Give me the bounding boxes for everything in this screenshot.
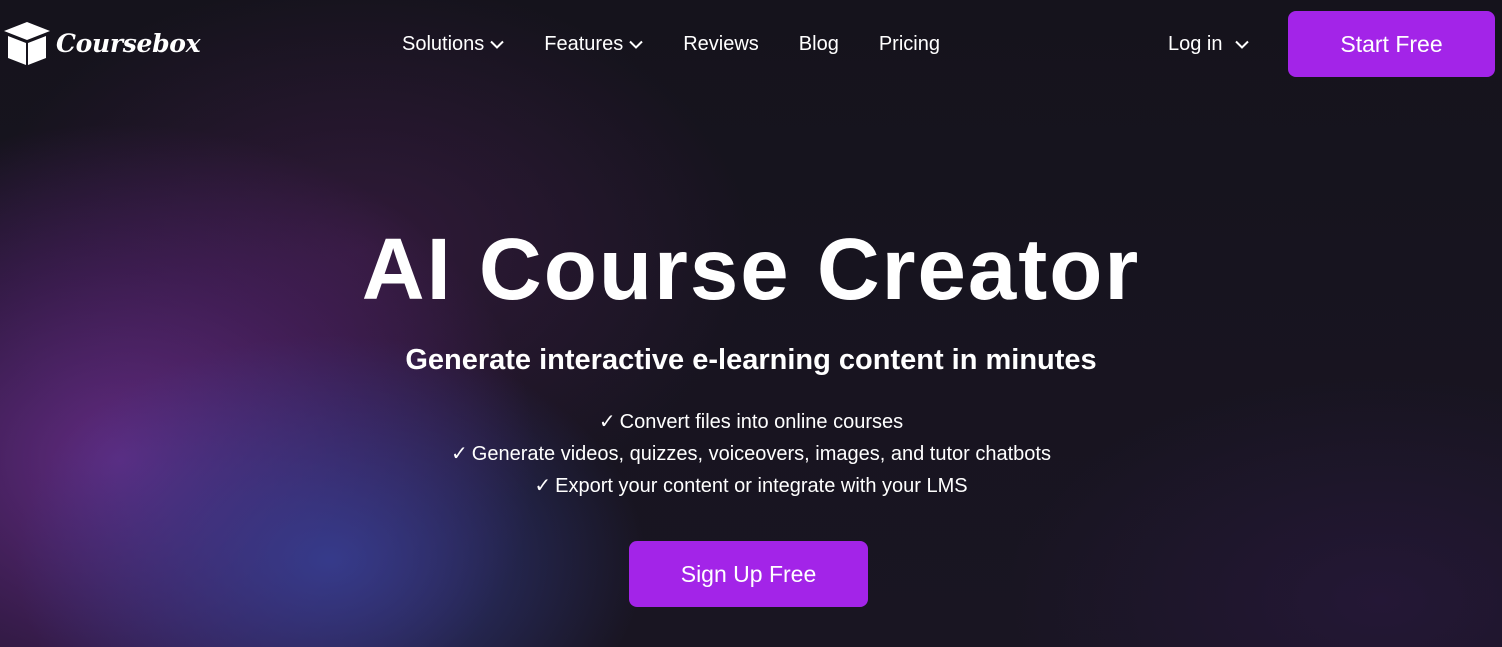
start-free-button[interactable]: Start Free [1288, 11, 1495, 77]
login-menu[interactable]: Log in [1168, 30, 1249, 58]
nav-item-label: Features [544, 32, 624, 55]
nav-item-features[interactable]: Features [544, 33, 643, 56]
nav-item-label: Blog [798, 32, 839, 55]
nav-item-reviews[interactable]: Reviews [683, 33, 759, 56]
nav-item-label: Pricing [878, 32, 940, 55]
feature-item: ✓ Export your content or integrate with y… [0, 470, 1502, 502]
hero-subtitle: Generate interactive e-learning content … [405, 344, 1097, 376]
main-nav: Solutions Features Reviews Blog Pricing [402, 30, 940, 58]
nav-item-pricing[interactable]: Pricing [879, 33, 940, 56]
feature-text: Generate videos, quizzes, voiceovers, im… [471, 443, 1051, 465]
top-navigation-bar: Coursebox Solutions Features Reviews Blo… [0, 0, 1502, 88]
nav-item-blog[interactable]: Blog [799, 33, 839, 56]
feature-list: ✓ Convert files into online courses ✓ Gene… [0, 406, 1502, 502]
sign-up-free-button[interactable]: Sign Up Free [629, 541, 868, 607]
feature-item: ✓ Generate videos, quizzes, voiceovers, i… [0, 438, 1502, 470]
brand-name: Coursebox [56, 28, 201, 58]
check-icon: ✓ [534, 475, 552, 497]
feature-text: Export your content or integrate with yo… [555, 475, 968, 497]
brand-logo-link[interactable]: Coursebox [2, 18, 201, 68]
feature-item: ✓ Convert files into online courses [0, 406, 1502, 438]
graduation-box-icon [4, 22, 50, 65]
hero-title: AI Course Creator [361, 221, 1141, 318]
check-icon: ✓ [598, 411, 616, 433]
chevron-down-icon [1234, 40, 1249, 49]
feature-text: Convert files into online courses [619, 411, 904, 433]
nav-item-label: Solutions [402, 32, 485, 55]
nav-item-label: Reviews [683, 32, 759, 55]
chevron-down-icon [629, 40, 643, 49]
chevron-down-icon [490, 40, 504, 49]
check-icon: ✓ [451, 443, 468, 465]
login-label: Log in [1168, 32, 1223, 55]
nav-item-solutions[interactable]: Solutions [402, 33, 504, 56]
